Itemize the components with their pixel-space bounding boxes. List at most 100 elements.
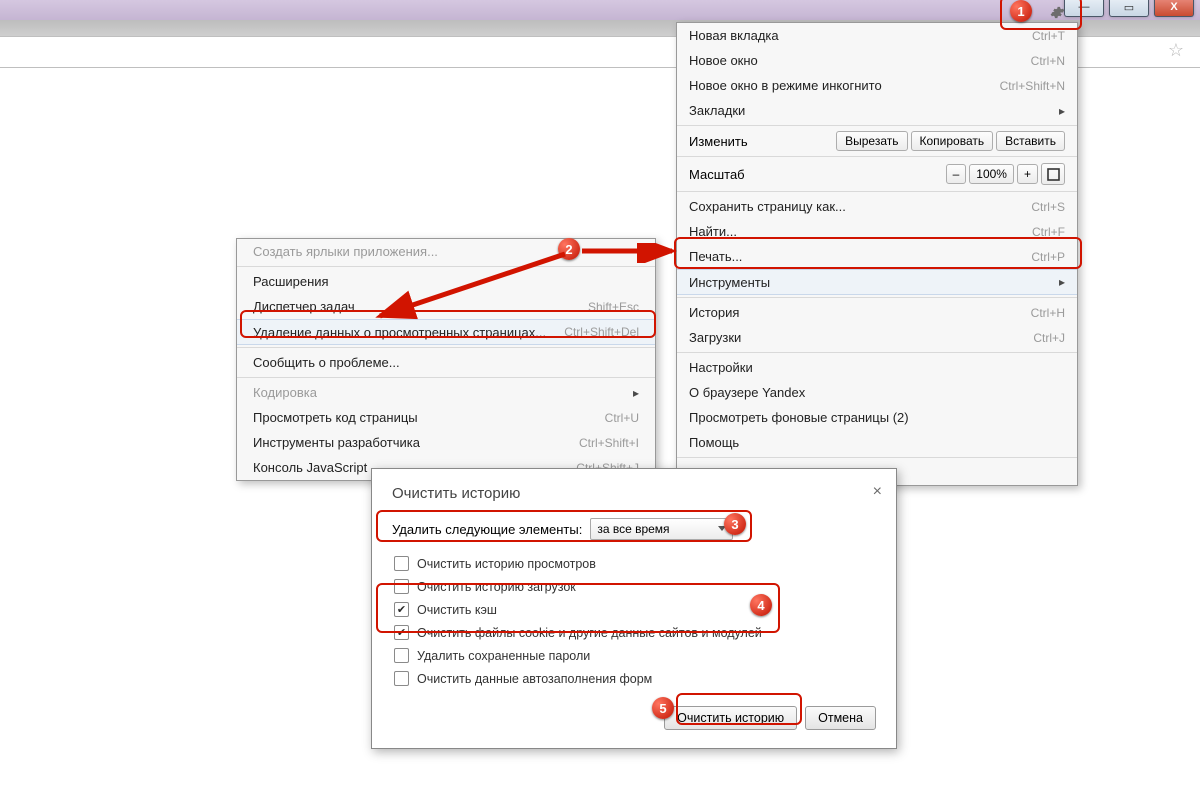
- menu-zoom-row: Масштаб – 100% +: [677, 159, 1077, 189]
- cut-button[interactable]: Вырезать: [836, 131, 907, 151]
- checkbox-icon: [394, 556, 409, 571]
- label: Кодировка: [253, 385, 317, 400]
- label: Масштаб: [689, 167, 745, 182]
- annotation-badge-4: 4: [750, 594, 772, 616]
- menu-background-pages[interactable]: Просмотреть фоновые страницы (2): [677, 405, 1077, 430]
- label: Создать ярлыки приложения...: [253, 244, 438, 259]
- shortcut: Ctrl+U: [605, 411, 639, 425]
- menu-print[interactable]: Печать... Ctrl+P: [677, 244, 1077, 269]
- zoom-in-button[interactable]: +: [1017, 164, 1038, 184]
- label: Новая вкладка: [689, 28, 779, 43]
- shortcut: Ctrl+Shift+N: [1000, 79, 1065, 93]
- shortcut: Ctrl+P: [1031, 250, 1065, 264]
- label: Изменить: [689, 134, 748, 149]
- paste-button[interactable]: Вставить: [996, 131, 1065, 151]
- menu-separator: [237, 266, 655, 267]
- menu-separator: [677, 156, 1077, 157]
- chk-clear-cookies[interactable]: ✔ Очистить файлы cookie и другие данные с…: [392, 621, 876, 644]
- label: Удалить сохраненные пароли: [417, 649, 590, 663]
- label: Диспетчер задач: [253, 299, 355, 314]
- select-value: за все время: [597, 522, 669, 536]
- menu-help[interactable]: Помощь: [677, 430, 1077, 455]
- chk-clear-history[interactable]: Очистить историю просмотров: [392, 552, 876, 575]
- menu-separator: [677, 352, 1077, 353]
- menu-separator: [237, 377, 655, 378]
- label: Просмотреть код страницы: [253, 410, 418, 425]
- shortcut: Ctrl+F: [1032, 225, 1065, 239]
- chevron-right-icon: ▸: [633, 386, 639, 400]
- chevron-right-icon: ▸: [1059, 104, 1065, 118]
- submenu-encoding[interactable]: Кодировка ▸: [237, 380, 655, 405]
- label: История: [689, 305, 739, 320]
- label: Загрузки: [689, 330, 741, 345]
- dialog-title: Очистить историю: [392, 485, 876, 502]
- label: Инструменты разработчика: [253, 435, 420, 450]
- menu-new-tab[interactable]: Новая вкладкаCtrl+T: [677, 23, 1077, 48]
- menu-separator: [677, 191, 1077, 192]
- chevron-right-icon: ▸: [1059, 275, 1065, 289]
- menu-downloads[interactable]: ЗагрузкиCtrl+J: [677, 325, 1077, 350]
- close-button[interactable]: X: [1154, 0, 1194, 17]
- fullscreen-button[interactable]: [1041, 163, 1065, 185]
- menu-incognito[interactable]: Новое окно в режиме инкогнитоCtrl+Shift+…: [677, 73, 1077, 98]
- label: Консоль JavaScript: [253, 460, 367, 475]
- shortcut: Ctrl+S: [1031, 200, 1065, 214]
- time-range-row: Удалить следующие элементы: за все время: [392, 516, 876, 542]
- checkbox-checked-icon: ✔: [394, 625, 409, 640]
- label: Очистить историю загрузок: [417, 580, 576, 594]
- label: Очистить файлы cookie и другие данные са…: [417, 626, 762, 640]
- copy-button[interactable]: Копировать: [911, 131, 994, 151]
- menu-about[interactable]: О браузере Yandex: [677, 380, 1077, 405]
- menu-separator: [237, 347, 655, 348]
- chk-clear-downloads[interactable]: Очистить историю загрузок: [392, 575, 876, 598]
- dialog-close-button[interactable]: ×: [873, 483, 882, 501]
- zoom-level: 100%: [969, 164, 1014, 184]
- menu-separator: [677, 125, 1077, 126]
- menu-find[interactable]: Найти... Ctrl+F: [677, 219, 1077, 244]
- dialog-buttons: Очистить историю Отмена: [392, 706, 876, 730]
- zoom-out-button[interactable]: –: [946, 164, 967, 184]
- submenu-clear-browsing-data[interactable]: Удаление данных о просмотренных страница…: [237, 319, 655, 345]
- time-range-select[interactable]: за все время: [590, 518, 733, 540]
- menu-save-page[interactable]: Сохранить страницу как... Ctrl+S: [677, 194, 1077, 219]
- menu-separator: [677, 457, 1077, 458]
- menu-tools[interactable]: Инструменты▸: [677, 269, 1077, 295]
- label: Сохранить страницу как...: [689, 199, 846, 214]
- bookmark-star-icon[interactable]: ☆: [1168, 40, 1184, 61]
- submenu-view-source[interactable]: Просмотреть код страницы Ctrl+U: [237, 405, 655, 430]
- label: Закладки: [689, 103, 745, 118]
- submenu-dev-tools[interactable]: Инструменты разработчика Ctrl+Shift+I: [237, 430, 655, 455]
- menu-settings[interactable]: Настройки: [677, 355, 1077, 380]
- label: Найти...: [689, 224, 737, 239]
- submenu-task-manager[interactable]: Диспетчер задачShift+Esc: [237, 294, 655, 319]
- checkbox-icon: [394, 579, 409, 594]
- label: Очистить кэш: [417, 603, 497, 617]
- shortcut: Ctrl+H: [1031, 306, 1065, 320]
- clear-history-button[interactable]: Очистить историю: [664, 706, 797, 730]
- submenu-report-issue[interactable]: Сообщить о проблеме...: [237, 350, 655, 375]
- shortcut: Ctrl+Shift+I: [579, 436, 639, 450]
- label: Очистить данные автозаполнения форм: [417, 672, 652, 686]
- window-controls: — ▭ X: [1064, 0, 1194, 17]
- submenu-extensions[interactable]: Расширения: [237, 269, 655, 294]
- annotation-badge-1: 1: [1010, 0, 1032, 22]
- annotation-badge-5: 5: [652, 697, 674, 719]
- menu-history[interactable]: История Ctrl+H: [677, 300, 1077, 325]
- cancel-button[interactable]: Отмена: [805, 706, 876, 730]
- main-menu: Новая вкладкаCtrl+T Новое окноCtrl+N Нов…: [676, 22, 1078, 486]
- chk-clear-cache[interactable]: ✔Очистить кэш: [392, 598, 876, 621]
- menu-bookmarks[interactable]: Закладки ▸: [677, 98, 1077, 123]
- checkbox-icon: [394, 648, 409, 663]
- chk-clear-autofill[interactable]: Очистить данные автозаполнения форм: [392, 667, 876, 690]
- label: Настройки: [689, 360, 753, 375]
- tools-submenu: Создать ярлыки приложения... Расширения …: [236, 238, 656, 481]
- range-label: Удалить следующие элементы:: [392, 522, 582, 537]
- maximize-button[interactable]: ▭: [1109, 0, 1149, 17]
- checkbox-icon: [394, 671, 409, 686]
- menu-new-window[interactable]: Новое окноCtrl+N: [677, 48, 1077, 73]
- label: Просмотреть фоновые страницы (2): [689, 410, 909, 425]
- label: Печать...: [689, 249, 742, 264]
- chk-clear-passwords[interactable]: Удалить сохраненные пароли: [392, 644, 876, 667]
- label: Новое окно: [689, 53, 758, 68]
- label: Удаление данных о просмотренных страница…: [253, 325, 546, 340]
